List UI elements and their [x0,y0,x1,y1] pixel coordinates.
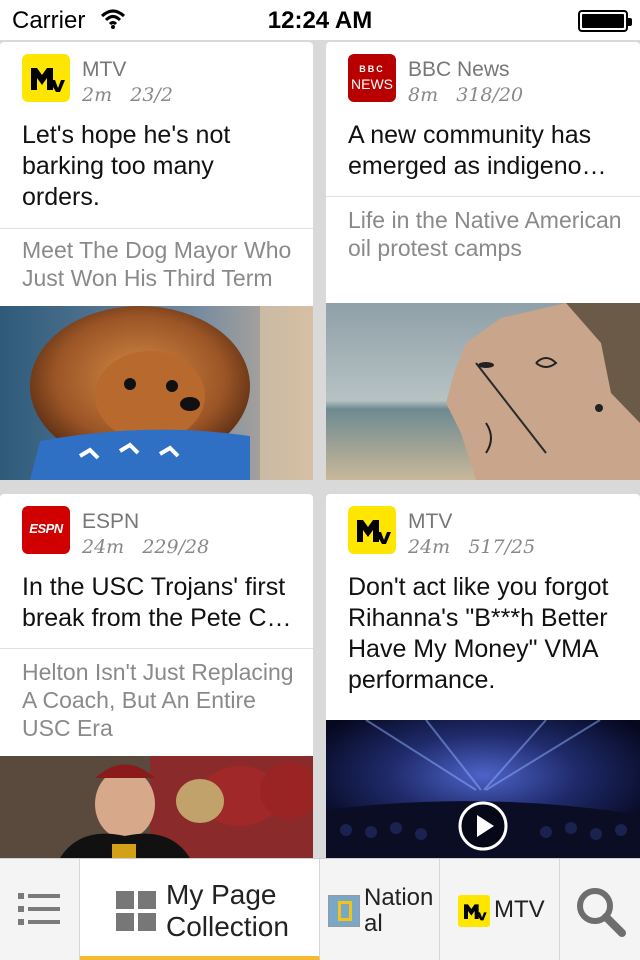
card-headline[interactable]: A new community has emerged as indigeno… [348,120,622,182]
card-photo-concert[interactable] [326,720,640,858]
battery-icon [578,10,632,32]
card-photo-football[interactable] [0,756,313,858]
clock: 12:24 AM [267,7,373,34]
news-card-mtv-dog[interactable]: MTV 2m 23/2 Let's hope he's not barking … [0,42,313,480]
card-source: MTV [82,58,127,81]
card-headline[interactable]: Let's hope he's not barking too many ord… [22,120,295,213]
bbc-news-logo-icon: BBC NEWS [348,54,396,102]
mtv-logo-icon [348,506,396,554]
menu-button[interactable] [0,859,80,960]
tab-national[interactable]: Nation al [320,859,440,960]
card-meta: 2m 23/2 [82,84,173,106]
tab-mtv[interactable]: MTV [440,859,560,960]
card-photo-portrait[interactable] [326,303,640,480]
card-divider [0,228,313,229]
tab-my-page-collection[interactable]: My Page Collection [80,859,320,960]
status-bar: Carrier 12:24 AM [0,0,640,40]
card-headline[interactable]: In the USC Trojans' first break from the… [22,572,295,634]
card-divider [326,196,640,197]
card-source: BBC News [408,58,510,81]
card-headline[interactable]: Don't act like you forgot Rihanna's "B**… [348,572,622,696]
list-icon [18,891,62,932]
card-subtitle: Helton Isn't Just Replacing A Coach, But… [22,659,294,741]
card-source: MTV [408,510,453,533]
grid-icon [116,891,156,936]
tab-label: MTV [494,896,545,923]
card-source: ESPN [82,510,140,533]
news-card-espn[interactable]: ESPN ESPN 24m 229/28 In the USC Trojans'… [0,494,313,858]
tab-label: Nation al [364,884,434,937]
card-subtitle: Meet The Dog Mayor Who Just Won His Thir… [22,237,292,291]
mtv-logo-icon [22,54,70,102]
card-photo-dog[interactable] [0,306,313,480]
news-card-mtv-vma[interactable]: MTV 24m 517/25 Don't act like you forgot… [326,494,640,858]
card-meta: 24m 517/25 [408,536,536,558]
national-geographic-icon [328,895,360,927]
search-icon [574,885,626,942]
espn-logo-icon: ESPN [22,506,70,554]
mtv-logo-icon [458,895,490,927]
card-meta: 24m 229/28 [82,536,210,558]
search-button[interactable] [560,859,640,960]
tab-label: My Page Collection [166,879,289,942]
card-meta: 8m 318/20 [408,84,524,106]
bottom-tab-bar: My Page Collection Nation al MTV [0,858,640,960]
card-divider [0,648,313,649]
card-subtitle: Life in the Native American oil protest … [348,207,622,261]
news-card-bbc[interactable]: BBC NEWS BBC News 8m 318/20 A new commun… [326,42,640,480]
play-icon[interactable] [457,800,509,852]
